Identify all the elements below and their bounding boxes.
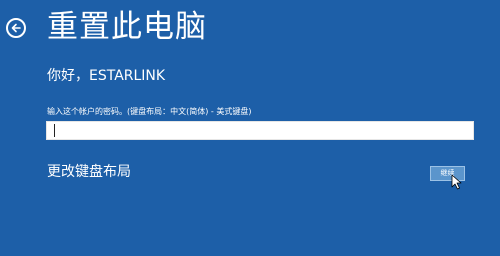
change-keyboard-layout-link[interactable]: 更改键盘布局	[47, 162, 131, 182]
back-button[interactable]	[6, 18, 26, 38]
reset-pc-screen: 重置此电脑 你好，ESTARLINK 输入这个帐户的密码。(键盘布局：中文(简体…	[0, 0, 500, 256]
greeting-text: 你好，ESTARLINK	[47, 68, 166, 84]
password-input[interactable]	[46, 121, 474, 140]
next-button[interactable]: 继续	[430, 166, 465, 181]
page-title: 重置此电脑	[47, 9, 207, 45]
password-prompt-label: 输入这个帐户的密码。(键盘布局：中文(简体) - 美式键盘)	[47, 107, 252, 116]
back-arrow-icon	[11, 23, 21, 33]
text-caret	[54, 124, 55, 137]
